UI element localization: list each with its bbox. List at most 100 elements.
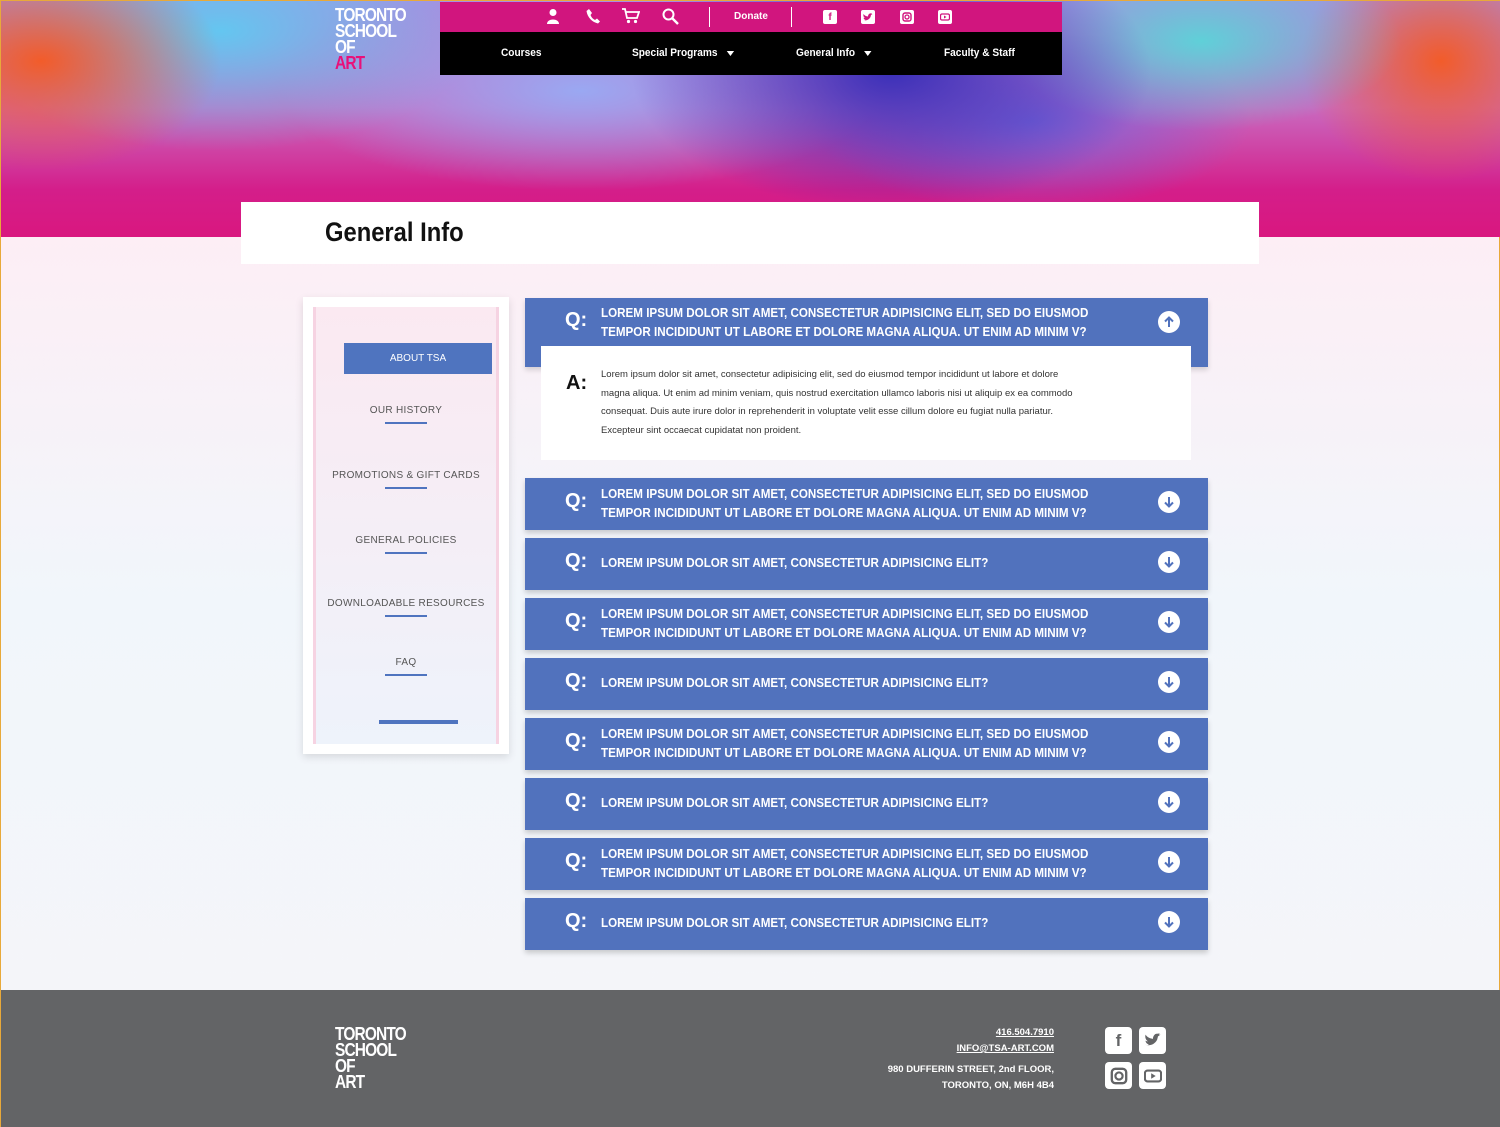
question-line: LOREM IPSUM DOLOR SIT AMET, CONSECTETUR … [601,556,989,570]
footer-logo[interactable]: TORONTO SCHOOL OF ART [335,1025,407,1092]
sidebar-item-promotions[interactable]: PROMOTIONS & GIFT CARDS [316,470,496,489]
faq-item[interactable]: Q: LOREM IPSUM DOLOR SIT AMET, CONSECTETU… [525,658,1208,710]
faq-item[interactable]: Q: LOREM IPSUM DOLOR SIT AMET, CONSECTETU… [525,598,1208,650]
sidebar-item-label: DOWNLOADABLE RESOURCES [327,598,485,609]
caret-down-icon [726,50,735,56]
answer-line: Excepteur sint occaecat cupidatat non pr… [601,424,802,436]
faq-item[interactable]: Q: LOREM IPSUM DOLOR SIT AMET, CONSECTETU… [525,778,1208,830]
question-text: LOREM IPSUM DOLOR SIT AMET, CONSECTETUR … [601,674,1103,693]
cart-icon[interactable] [622,8,641,28]
underline [385,615,427,617]
question-text: LOREM IPSUM DOLOR SIT AMET, CONSECTETUR … [601,605,1103,642]
youtube-icon[interactable] [938,10,952,24]
question-label: Q: [565,850,588,872]
answer-line: Lorem ipsum dolor sit amet, consectetur … [601,369,1059,380]
twitter-icon[interactable] [861,10,875,24]
search-icon[interactable] [662,8,679,29]
answer-text: Lorem ipsum dolor sit amet, consectetur … [601,366,1131,440]
answer-label: A: [566,372,588,394]
nav-label: Special Programs [632,47,718,59]
sidebar-item-downloadable-resources[interactable]: DOWNLOADABLE RESOURCES [316,598,496,617]
expand-icon[interactable] [1158,551,1180,573]
question-text: LOREM IPSUM DOLOR SIT AMET, CONSECTETUR … [601,914,1103,933]
user-icon[interactable] [546,8,560,28]
question-text: LOREM IPSUM DOLOR SIT AMET, CONSECTETUR … [601,845,1103,882]
faq-item[interactable]: Q: LOREM IPSUM DOLOR SIT AMET, CONSECTETU… [525,478,1208,530]
sidebar-item-label: FAQ [395,657,417,668]
question-line: TEMPOR INCIDIDUNT UT LABORE ET DOLORE MA… [601,745,1087,760]
underline [385,487,427,489]
question-line: LOREM IPSUM DOLOR SIT AMET, CONSECTETUR … [601,607,1089,621]
answer-line: magna aliqua. Ut enim ad minim veniam, q… [601,387,1073,399]
faq-item[interactable]: Q: LOREM IPSUM DOLOR SIT AMET, CONSECTETU… [525,898,1208,950]
sidebar-bottom-bar [379,720,458,724]
sidebar-item-our-history[interactable]: OUR HISTORY [316,405,496,424]
logo-line: ART [335,1072,365,1092]
footer: TORONTO SCHOOL OF ART 416.504.7910 INFO@… [1,990,1500,1127]
question-line: LOREM IPSUM DOLOR SIT AMET, CONSECTETUR … [601,916,989,930]
question-label: Q: [565,490,588,512]
nav-faculty-staff[interactable]: Faculty & Staff [944,47,1015,59]
question-line: TEMPOR INCIDIDUNT UT LABORE ET DOLORE MA… [601,505,1087,520]
instagram-icon[interactable] [900,10,914,24]
nav-courses[interactable]: Courses [501,47,542,59]
question-text: LOREM IPSUM DOLOR SIT AMET, CONSECTETUR … [601,485,1103,522]
question-line: LOREM IPSUM DOLOR SIT AMET, CONSECTETUR … [601,306,1089,320]
sidebar-item-faq[interactable]: FAQ [316,657,496,676]
main-nav: Courses Special Programs General Info Fa… [440,32,1062,75]
twitter-icon[interactable] [1139,1027,1166,1054]
question-label: Q: [565,550,588,572]
sidebar-item-general-policies[interactable]: GENERAL POLICIES [316,535,496,554]
question-line: TEMPOR INCIDIDUNT UT LABORE ET DOLORE MA… [601,865,1087,880]
question-line: LOREM IPSUM DOLOR SIT AMET, CONSECTETUR … [601,727,1089,741]
facebook-icon[interactable]: f [1105,1027,1132,1054]
question-line: TEMPOR INCIDIDUNT UT LABORE ET DOLORE MA… [601,324,1087,339]
expand-icon[interactable] [1158,671,1180,693]
sidebar-item-label: GENERAL POLICIES [355,535,457,546]
expand-icon[interactable] [1158,611,1180,633]
question-text: LOREM IPSUM DOLOR SIT AMET, CONSECTETUR … [601,794,1103,813]
collapse-icon[interactable] [1158,311,1180,333]
footer-contact: 416.504.7910 INFO@TSA-ART.COM 980 DUFFER… [888,1025,1054,1094]
question-text: LOREM IPSUM DOLOR SIT AMET, CONSECTETUR … [601,725,1103,762]
expand-icon[interactable] [1158,851,1180,873]
facebook-icon[interactable]: f [823,10,837,24]
expand-icon[interactable] [1158,731,1180,753]
faq-item[interactable]: Q: LOREM IPSUM DOLOR SIT AMET, CONSECTETU… [525,718,1208,770]
sidebar: ABOUT TSA OUR HISTORY PROMOTIONS & GIFT … [303,297,509,754]
underline [385,552,427,554]
nav-label: General Info [796,47,856,59]
answer-line: consequat. Duis aute irure dolor in repr… [601,406,1054,417]
phone-link[interactable]: 416.504.7910 [888,1025,1054,1041]
logo-line: ART [335,53,365,73]
page-title: General Info [325,217,464,247]
divider [709,7,710,27]
question-label: Q: [565,910,588,932]
faq-item[interactable]: Q: LOREM IPSUM DOLOR SIT AMET, CONSECTETU… [525,538,1208,590]
youtube-icon[interactable] [1139,1062,1166,1089]
sidebar-item-about-tsa[interactable]: ABOUT TSA [344,343,492,374]
question-line: TEMPOR INCIDIDUNT UT LABORE ET DOLORE MA… [601,625,1087,640]
question-text: LOREM IPSUM DOLOR SIT AMET, CONSECTETUR … [601,554,1103,573]
donate-link[interactable]: Donate [734,11,768,22]
sidebar-item-label: OUR HISTORY [369,405,443,416]
site-logo[interactable]: TORONTO SCHOOL OF ART [335,6,407,73]
faq-item[interactable]: Q: LOREM IPSUM DOLOR SIT AMET, CONSECTETU… [525,838,1208,890]
instagram-icon[interactable] [1105,1062,1132,1089]
question-label: Q: [565,670,588,692]
answer-panel: A: Lorem ipsum dolor sit amet, consectet… [541,346,1191,460]
nav-special-programs[interactable]: Special Programs [632,47,735,59]
expand-icon[interactable] [1158,791,1180,813]
question-line: LOREM IPSUM DOLOR SIT AMET, CONSECTETUR … [601,796,989,810]
question-label: Q: [565,309,588,331]
address-line: TORONTO, ON, M6H 4B4 [941,1080,1054,1091]
nav-label: Courses [501,47,542,59]
question-line: LOREM IPSUM DOLOR SIT AMET, CONSECTETUR … [601,676,989,690]
email-link[interactable]: INFO@TSA-ART.COM [888,1041,1054,1057]
expand-icon[interactable] [1158,491,1180,513]
nav-general-info[interactable]: General Info [796,47,872,59]
sidebar-item-label: PROMOTIONS & GIFT CARDS [332,470,480,481]
phone-icon[interactable] [586,8,600,28]
expand-icon[interactable] [1158,911,1180,933]
question-label: Q: [565,610,588,632]
